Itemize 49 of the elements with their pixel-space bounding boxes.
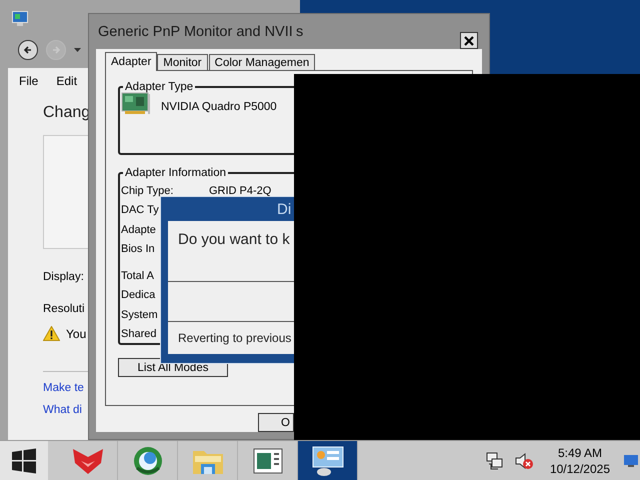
windows-logo-icon[interactable]	[11, 448, 37, 474]
menu-item[interactable]: Edit	[56, 74, 78, 88]
info-label: DAC Ty	[121, 204, 159, 216]
dropdown-caret-icon[interactable]	[74, 48, 81, 52]
ok-button[interactable]: O	[258, 413, 294, 432]
group-legend: Adapter Information	[123, 167, 228, 179]
display-label: Display:	[43, 271, 84, 283]
warning-icon	[43, 326, 60, 341]
globe-icon	[132, 446, 162, 476]
revert-message: Reverting to previous	[178, 331, 292, 345]
close-button[interactable]	[460, 32, 478, 49]
info-label: Chip Type:	[121, 184, 174, 197]
display-settings-icon	[310, 444, 344, 476]
info-label: Adapte	[121, 224, 156, 236]
menu-item[interactable]: File	[19, 74, 38, 88]
start-button[interactable]	[0, 441, 48, 480]
dialog-title: Generic PnP Monitor and NVII	[98, 24, 294, 40]
network-icon[interactable]	[486, 452, 504, 470]
clock[interactable]: 5:49 AM 10/12/2025	[550, 444, 610, 476]
document-icon	[252, 448, 282, 474]
clock-time: 5:49 AM	[558, 444, 602, 460]
clock-date: 10/12/2025	[550, 460, 610, 476]
tab[interactable]: Monitor	[157, 54, 208, 71]
adapter-name: NVIDIA Quadro P5000	[161, 101, 277, 113]
help-link[interactable]: Make te	[43, 382, 84, 394]
confirm-question: Do you want to k	[178, 231, 290, 248]
back-button[interactable]	[18, 40, 38, 60]
warning-text: You	[66, 326, 86, 340]
speaker-muted-icon[interactable]	[514, 452, 534, 470]
display-app-icon	[12, 10, 28, 26]
help-link[interactable]: What di	[43, 404, 82, 416]
dialog-title-fragment: s	[296, 24, 304, 40]
info-label: Bios In	[121, 243, 155, 256]
info-label: System	[121, 308, 158, 321]
info-label: Total A	[121, 270, 154, 282]
info-label: Dedica	[121, 289, 156, 302]
tab[interactable]: Color Managemen	[208, 54, 316, 71]
taskbar-app-button[interactable]	[298, 441, 358, 480]
show-desktop-icon[interactable]	[624, 454, 638, 466]
resolution-label: Resoluti	[43, 303, 85, 315]
close-icon[interactable]	[464, 36, 474, 46]
group-legend: Adapter Type	[123, 81, 196, 93]
graphics-card-icon	[121, 91, 151, 117]
info-label: Shared	[121, 328, 156, 340]
info-value: GRID P4-2Q	[209, 184, 272, 197]
dialog-title: Di	[277, 200, 292, 218]
tab[interactable]: Adapter	[105, 52, 158, 71]
fox-head-icon	[70, 446, 104, 474]
back-arrow-icon[interactable]	[23, 45, 33, 55]
